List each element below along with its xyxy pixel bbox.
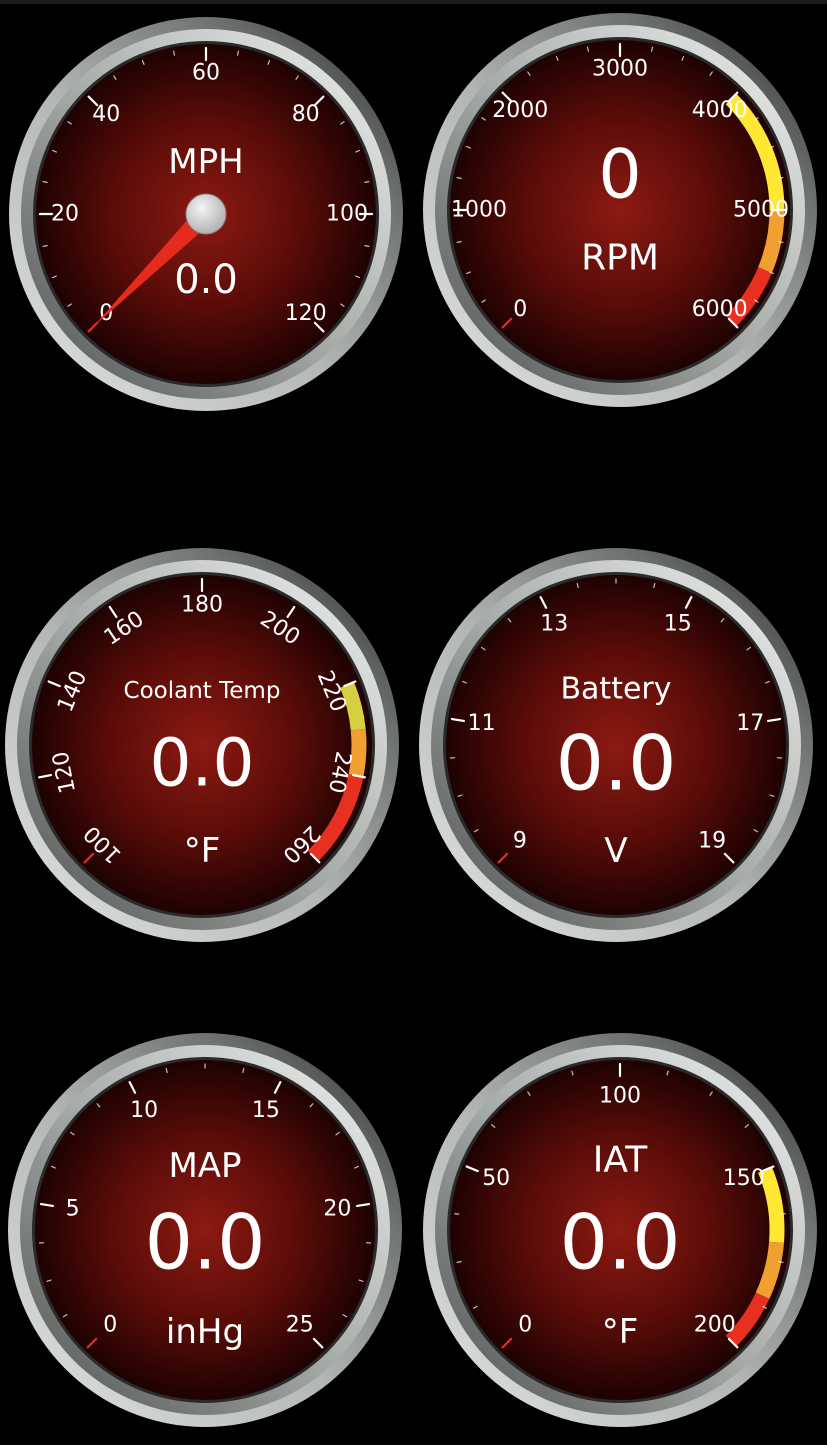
minor-tick	[456, 241, 462, 243]
tick-label: 100	[326, 202, 368, 227]
map-gauge[interactable]: 0 5 10 15 20 25 MAP 0.0 inHg	[8, 1033, 402, 1427]
tick-label: 0	[103, 1312, 117, 1337]
minor-tick	[456, 1261, 462, 1263]
gauge-value: 0.0	[174, 257, 238, 303]
gauge-dashboard: 020406080100120MPH0.00100020003000400050…	[5, 13, 817, 1427]
gauge-unit: V	[604, 831, 627, 871]
coolant-gauge[interactable]: 100120140160180200220240260Coolant Temp0…	[5, 548, 399, 942]
gauge-title: RPM	[581, 238, 659, 279]
gauge-value: 0.0	[145, 1198, 266, 1287]
gauge-title: MAP	[168, 1146, 241, 1186]
tick-label: 9	[513, 829, 527, 854]
tick-label: 10	[130, 1098, 158, 1123]
tick-label: 80	[292, 102, 320, 127]
battery-gauge[interactable]: 9 11 13 15 17 19 Battery 0.0 V	[419, 548, 813, 942]
tick-label: 0	[518, 1312, 532, 1337]
needle-hub	[185, 193, 227, 235]
coolant-zone-1	[348, 728, 367, 778]
iat-gauge[interactable]: 0 50 100 150 200 IAT 0.0 °F	[423, 1033, 817, 1427]
tick-label: 5000	[733, 198, 789, 223]
tick-label: 1000	[451, 198, 507, 223]
rpm-gauge[interactable]: 0 1000 2000 3000 4000 5000 6000 RPM 0	[423, 13, 817, 407]
tick-label: 20	[51, 202, 79, 227]
tick-label: 5	[66, 1197, 80, 1222]
minor-tick	[42, 245, 48, 247]
tick-label: 11	[468, 711, 496, 736]
gauge-title: Coolant Temp	[124, 678, 281, 704]
tick-label: 120	[285, 301, 327, 326]
tick-label: 2000	[492, 98, 548, 123]
minor-tick	[364, 181, 370, 183]
tick-label: 60	[192, 61, 220, 86]
tick-label: 17	[736, 711, 764, 736]
tick-label: 25	[286, 1312, 314, 1337]
minor-tick	[237, 50, 239, 56]
tick-label: 15	[252, 1098, 280, 1123]
tick-label: 100	[599, 1084, 641, 1109]
gauge-value: 0.0	[150, 725, 255, 802]
tick-label: 15	[664, 611, 692, 636]
gauge-title: MPH	[168, 142, 243, 182]
gauge-title: Battery	[560, 672, 671, 707]
tick-label: 150	[723, 1166, 765, 1191]
tick-label: 180	[181, 593, 223, 618]
tick-label: 0	[513, 297, 527, 322]
minor-tick	[778, 241, 784, 243]
gauge-value: 0.0	[556, 719, 677, 808]
minor-tick	[173, 50, 175, 56]
minor-tick	[587, 46, 589, 52]
tick-label: 3000	[592, 57, 648, 82]
gauge-value: 0.0	[560, 1198, 681, 1287]
tick-label: 200	[694, 1312, 736, 1337]
gauge-unit: °F	[184, 831, 221, 871]
minor-tick	[778, 177, 784, 179]
tick-label: 4000	[692, 98, 748, 123]
tick-label: 50	[482, 1166, 510, 1191]
minor-tick	[456, 177, 462, 179]
minor-tick	[651, 46, 653, 52]
tick-label: 40	[92, 102, 120, 127]
tick-label: 19	[698, 829, 726, 854]
tick-label: 13	[540, 611, 568, 636]
speed-gauge[interactable]: 020406080100120MPH0.0	[9, 17, 403, 411]
gauge-title: IAT	[593, 1140, 648, 1181]
minor-tick	[42, 181, 48, 183]
gauge-value: 0	[598, 136, 641, 215]
gauge-unit: inHg	[166, 1312, 244, 1352]
minor-tick	[364, 245, 370, 247]
tick-label: 20	[323, 1197, 351, 1222]
gauge-unit: °F	[602, 1312, 639, 1352]
minor-tick	[778, 1261, 784, 1263]
tick-label: 6000	[692, 297, 748, 322]
